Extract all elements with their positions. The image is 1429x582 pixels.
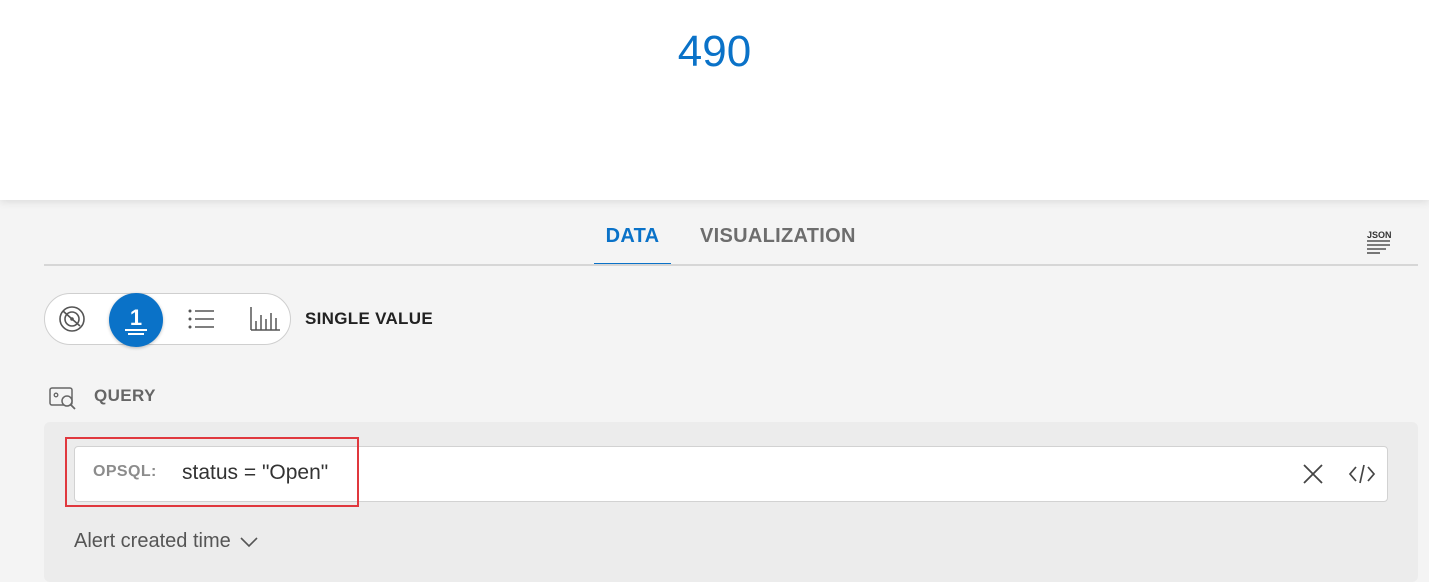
visualization-type-selector: 1 — [44, 293, 291, 347]
clear-query-button[interactable] — [1300, 461, 1326, 487]
tab-visualization[interactable]: VISUALIZATION — [700, 222, 856, 250]
code-editor-button[interactable] — [1347, 460, 1377, 488]
json-icon: JSON — [1367, 230, 1392, 254]
time-field-dropdown[interactable]: Alert created time — [74, 528, 259, 554]
time-field-label: Alert created time — [74, 530, 231, 552]
viz-option-list[interactable] — [181, 299, 221, 339]
radar-chart-icon — [59, 306, 85, 332]
query-search-icon — [49, 387, 76, 410]
single-value-glyph: 1 — [130, 305, 142, 330]
json-icon-label: JSON — [1367, 230, 1392, 240]
single-value-icon: 1 — [125, 305, 147, 335]
viz-option-bar-chart[interactable] — [245, 299, 285, 339]
highlight-box — [65, 437, 359, 507]
viz-option-single-value[interactable]: 1 — [109, 293, 163, 347]
tab-bar: DATA VISUALIZATION — [0, 200, 1429, 266]
close-icon — [1303, 464, 1323, 484]
tab-data[interactable]: DATA — [594, 222, 671, 250]
query-section-icon — [48, 385, 78, 411]
json-view-button[interactable]: JSON — [1364, 228, 1394, 256]
code-icon — [1348, 464, 1376, 484]
single-value-display: 490 — [677, 27, 752, 76]
selected-visualization-label: SINGLE VALUE — [305, 309, 433, 328]
tab-divider — [44, 264, 1418, 266]
list-icon — [188, 309, 214, 329]
bar-chart-icon — [250, 307, 280, 331]
query-section-label: QUERY — [94, 386, 156, 405]
chevron-down-icon — [240, 537, 258, 547]
viz-option-radar[interactable] — [52, 299, 92, 339]
preview-panel: 490 — [0, 0, 1429, 200]
